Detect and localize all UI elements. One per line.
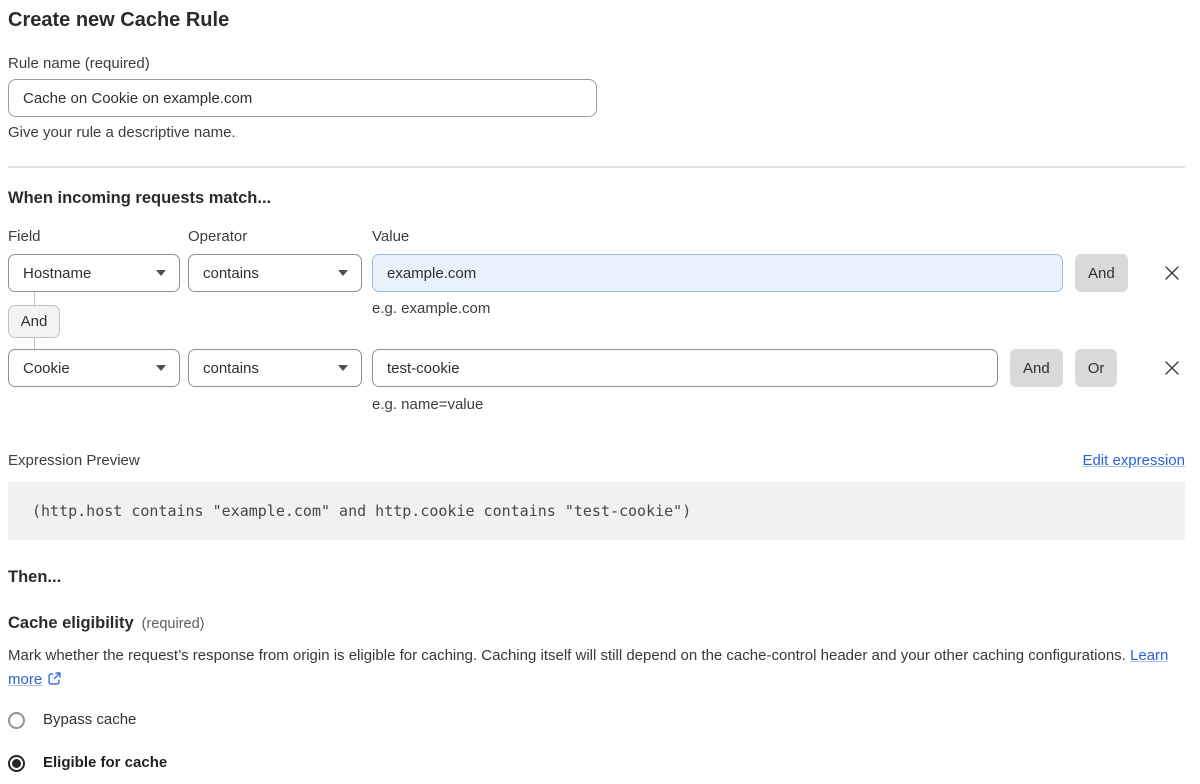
condition-column-headers: Field Operator Value [8, 228, 1185, 246]
value-column-label: Value [372, 228, 409, 246]
operator-select[interactable]: contains [188, 254, 362, 292]
field-select-value: Hostname [23, 265, 91, 282]
match-section-heading: When incoming requests match... [8, 188, 1185, 208]
value-hint: e.g. example.com [372, 300, 1185, 318]
connector-line [34, 292, 35, 305]
expression-code: (http.host contains "example.com" and ht… [32, 502, 691, 520]
rule-name-input[interactable] [8, 79, 597, 117]
remove-condition-button[interactable] [1159, 349, 1185, 387]
cache-eligibility-header: Cache eligibility (required) [8, 612, 1185, 635]
bypass-cache-option[interactable]: Bypass cache [8, 710, 1185, 730]
or-button[interactable]: Or [1075, 349, 1118, 387]
and-button[interactable]: And [1075, 254, 1128, 292]
connector-line [34, 338, 35, 349]
field-select[interactable]: Cookie [8, 349, 180, 387]
expression-preview-label: Expression Preview [8, 452, 140, 470]
operator-column-label: Operator [188, 228, 362, 246]
required-note: (required) [142, 613, 205, 635]
then-heading: Then... [8, 567, 1185, 587]
field-column-label: Field [8, 228, 180, 246]
rule-name-label: Rule name (required) [8, 55, 1185, 73]
value-input[interactable] [372, 254, 1063, 292]
close-icon [1162, 358, 1182, 378]
expression-code-block: (http.host contains "example.com" and ht… [8, 482, 1185, 540]
chevron-down-icon [156, 270, 166, 276]
chevron-down-icon [156, 365, 166, 371]
value-input[interactable] [372, 349, 998, 387]
field-select-value: Cookie [23, 360, 70, 377]
radio-option-label: Bypass cache [43, 710, 136, 730]
rule-name-helper: Give your rule a descriptive name. [8, 124, 1185, 142]
chevron-down-icon [338, 365, 348, 371]
field-select[interactable]: Hostname [8, 254, 180, 292]
and-button[interactable]: And [1010, 349, 1063, 387]
expression-preview-header: Expression Preview Edit expression [8, 452, 1185, 470]
edit-expression-link[interactable]: Edit expression [1082, 452, 1185, 470]
condition-rows: Hostname contains And e.g. example.com C… [8, 254, 1185, 414]
radio-option-label: Eligible for cache [43, 753, 167, 773]
page-title: Create new Cache Rule [8, 6, 1185, 34]
create-cache-rule-form: Create new Cache Rule Rule name (require… [0, 0, 1200, 773]
radio-dot-icon[interactable] [8, 755, 25, 772]
value-hint: e.g. name=value [372, 396, 1185, 414]
connector-and-button[interactable]: And [8, 305, 60, 338]
remove-condition-button[interactable] [1159, 254, 1185, 292]
close-icon [1162, 263, 1182, 283]
external-link-icon [47, 671, 62, 686]
description-text: Mark whether the request’s response from… [8, 647, 1126, 664]
section-divider [8, 166, 1185, 168]
operator-select-value: contains [203, 360, 259, 377]
operator-select-value: contains [203, 265, 259, 282]
cache-eligibility-description: Mark whether the request’s response from… [8, 644, 1173, 692]
condition-row-2: Cookie contains And Or [8, 349, 1185, 387]
eligible-for-cache-option[interactable]: Eligible for cache [8, 753, 1185, 773]
chevron-down-icon [338, 270, 348, 276]
cache-eligibility-heading: Cache eligibility [8, 612, 134, 634]
radio-circle-icon[interactable] [8, 712, 25, 729]
condition-row-1: Hostname contains And [8, 254, 1185, 292]
operator-select[interactable]: contains [188, 349, 362, 387]
